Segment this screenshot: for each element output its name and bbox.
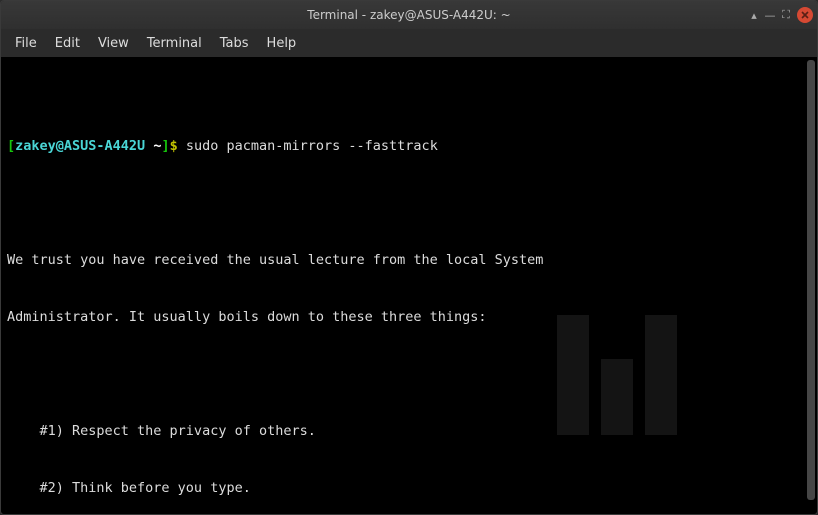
- command-text: sudo pacman-mirrors --fasttrack: [186, 138, 438, 154]
- prompt-line: [zakey@ASUS-A442U ~]$ sudo pacman-mirror…: [7, 137, 811, 156]
- bracket-open: [: [7, 138, 15, 154]
- close-icon[interactable]: [797, 7, 813, 23]
- keep-above-icon[interactable]: ▴: [749, 10, 759, 20]
- blank-line: [7, 194, 811, 213]
- menubar: File Edit View Terminal Tabs Help: [1, 29, 817, 57]
- terminal-output[interactable]: [zakey@ASUS-A442U ~]$ sudo pacman-mirror…: [1, 57, 817, 514]
- prompt-dollar: $: [170, 138, 186, 154]
- menu-edit[interactable]: Edit: [47, 32, 88, 55]
- lecture-rule: #1) Respect the privacy of others.: [7, 422, 811, 441]
- menu-file[interactable]: File: [7, 32, 45, 55]
- prompt-tilde: ~: [145, 138, 161, 154]
- titlebar: Terminal - zakey@ASUS-A442U: ~ ▴ — ⛶: [1, 1, 817, 29]
- blank-line: [7, 365, 811, 384]
- window-controls: ▴ — ⛶: [749, 7, 813, 23]
- scrollbar[interactable]: [807, 60, 815, 500]
- lecture-line: We trust you have received the usual lec…: [7, 251, 811, 270]
- menu-help[interactable]: Help: [259, 32, 305, 55]
- menu-tabs[interactable]: Tabs: [212, 32, 257, 55]
- minimize-icon[interactable]: —: [765, 10, 775, 20]
- lecture-line: Administrator. It usually boils down to …: [7, 308, 811, 327]
- maximize-icon[interactable]: ⛶: [781, 10, 791, 20]
- user-host: zakey@ASUS-A442U: [15, 138, 145, 154]
- window-title: Terminal - zakey@ASUS-A442U: ~: [307, 8, 510, 22]
- menu-terminal[interactable]: Terminal: [139, 32, 210, 55]
- bracket-close: ]: [161, 138, 169, 154]
- terminal-window: Terminal - zakey@ASUS-A442U: ~ ▴ — ⛶ Fil…: [0, 0, 818, 515]
- lecture-rule: #2) Think before you type.: [7, 479, 811, 498]
- menu-view[interactable]: View: [90, 32, 137, 55]
